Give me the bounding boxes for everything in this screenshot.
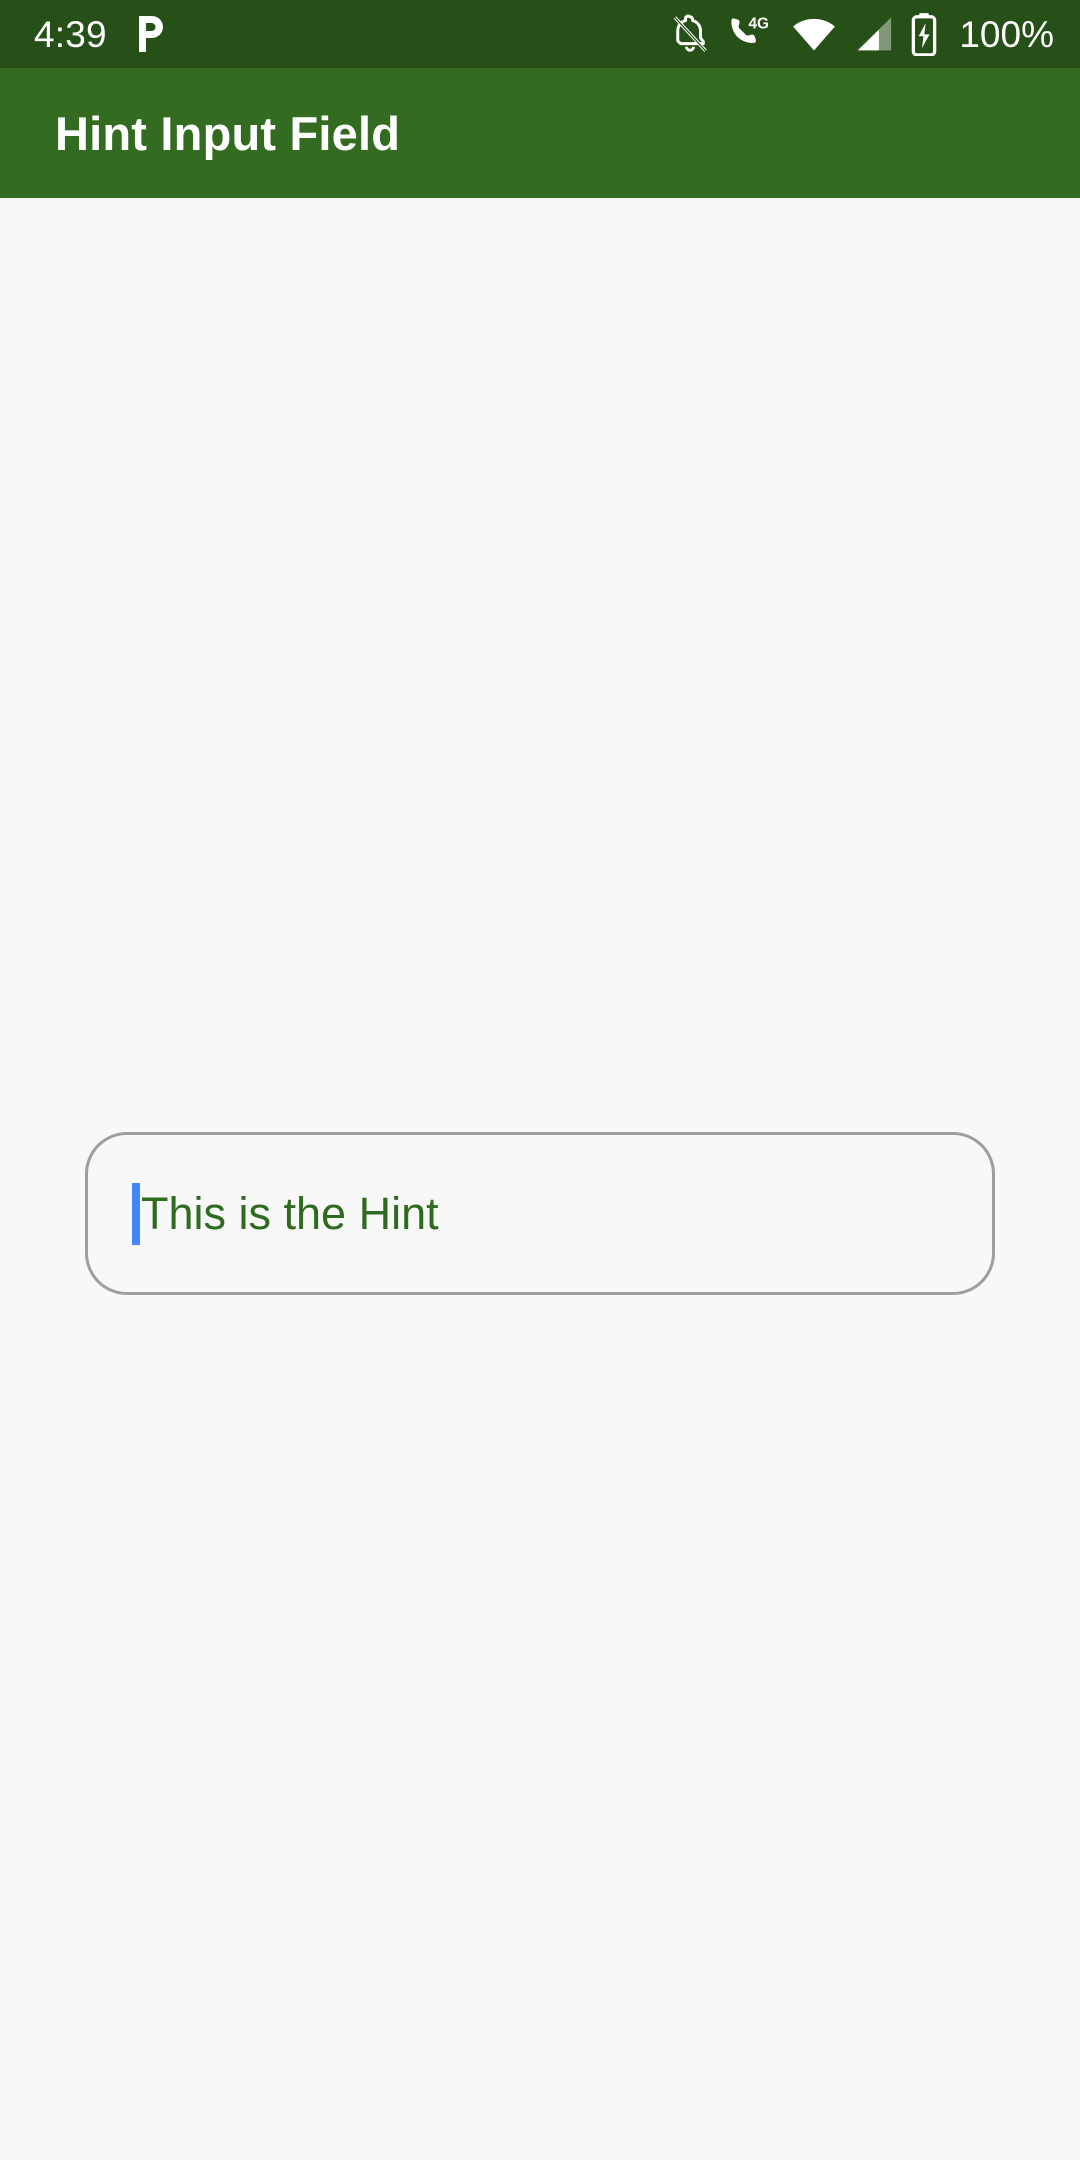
status-bar-notification-icons — [133, 14, 167, 54]
phone-screen: 4:39 4G 100% Hint Input Field This is th… — [0, 0, 1080, 2160]
wifi-icon — [793, 18, 836, 51]
status-bar-left-group: 4:39 — [34, 14, 167, 54]
mobile-data-4g-icon: 4G — [731, 15, 769, 43]
status-bar[interactable]: 4:39 4G 100% — [0, 0, 1080, 68]
text-cursor — [132, 1182, 140, 1245]
notifications-silenced-icon — [674, 14, 708, 52]
status-bar-clock: 4:39 — [34, 13, 107, 55]
main-content: This is the Hint — [0, 198, 1080, 2160]
hint-input-placeholder-text: This is the Hint — [141, 1188, 439, 1239]
p-app-notification-icon — [138, 16, 163, 52]
cellular-signal-icon — [857, 17, 892, 51]
page-title: Hint Input Field — [55, 106, 401, 160]
battery-charging-icon — [912, 13, 937, 56]
hint-input-field[interactable]: This is the Hint — [85, 1132, 995, 1295]
battery-percent-label: 100% — [959, 13, 1054, 55]
app-bar: Hint Input Field — [0, 68, 1080, 198]
status-bar-right-group: 4G 100% — [669, 12, 1054, 56]
svg-text:4G: 4G — [749, 15, 769, 32]
